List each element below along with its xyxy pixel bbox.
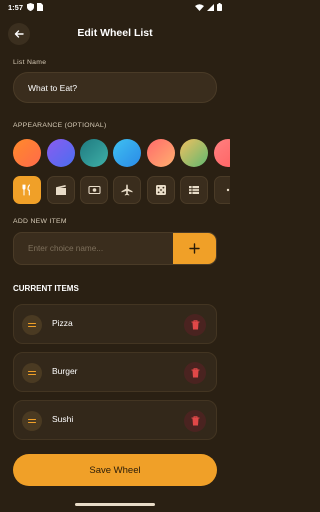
sim-card-icon (37, 3, 44, 11)
dice-icon (156, 185, 166, 195)
more-icon (226, 188, 230, 192)
wifi-icon (195, 3, 204, 11)
icon-picker-row (13, 176, 230, 206)
trash-icon (191, 416, 199, 426)
trash-icon (191, 320, 199, 330)
add-item-placeholder: Enter choice name... (28, 244, 104, 253)
plus-icon (189, 243, 200, 254)
appearance-label: APPEARANCE (OPTIONAL) (13, 122, 107, 129)
color-swatch[interactable] (80, 139, 108, 167)
color-swatch[interactable] (47, 139, 75, 167)
list-name-label: List Name (13, 59, 47, 66)
icon-option-dice[interactable] (147, 176, 175, 204)
save-wheel-label: Save Wheel (89, 464, 141, 476)
list-name-value: What to Eat? (28, 82, 78, 93)
drag-handle[interactable] (22, 411, 42, 431)
current-items-title: CURRENT ITEMS (13, 284, 79, 293)
battery-icon (217, 3, 222, 11)
trash-icon (191, 368, 199, 378)
drag-handle-icon (28, 418, 36, 424)
add-item-label: ADD NEW ITEM (13, 218, 67, 225)
shield-icon (27, 3, 35, 11)
delete-item-button[interactable] (184, 362, 206, 384)
icon-option-food[interactable] (13, 176, 41, 204)
list-icon (189, 186, 199, 194)
list-name-input[interactable]: What to Eat? (13, 72, 217, 103)
gesture-nav-bar[interactable] (75, 503, 155, 506)
airplane-icon (121, 184, 133, 196)
drag-handle[interactable] (22, 315, 42, 335)
item-name: Pizza (52, 318, 73, 328)
drag-handle-icon (28, 370, 36, 376)
icon-option-more[interactable] (214, 176, 230, 204)
color-swatch[interactable] (214, 139, 230, 167)
page-title: Edit Wheel List (77, 27, 153, 39)
item-name: Sushi (52, 414, 74, 424)
money-icon (87, 185, 101, 195)
add-item-input[interactable]: Enter choice name... (14, 233, 174, 264)
list-item: Burger (13, 352, 217, 392)
drag-handle-icon (28, 322, 36, 328)
add-item-row: Enter choice name... (13, 232, 217, 265)
movie-clapper-icon (56, 185, 66, 195)
color-swatch[interactable] (113, 139, 141, 167)
drag-handle[interactable] (22, 363, 42, 383)
icon-option-travel[interactable] (113, 176, 141, 204)
icon-option-list[interactable] (180, 176, 208, 204)
color-swatch[interactable] (13, 139, 41, 167)
item-name: Burger (52, 366, 78, 376)
icon-option-money[interactable] (80, 176, 108, 204)
list-item: Sushi (13, 400, 217, 440)
color-swatch[interactable] (147, 139, 175, 167)
signal-icon (207, 3, 214, 11)
delete-item-button[interactable] (184, 410, 206, 432)
list-item: Pizza (13, 304, 217, 344)
delete-item-button[interactable] (184, 314, 206, 336)
fork-knife-icon (22, 184, 31, 196)
icon-option-movie[interactable] (47, 176, 75, 204)
status-bar: 1:57 (0, 0, 230, 14)
save-wheel-button[interactable]: Save Wheel (13, 454, 217, 486)
add-item-button[interactable] (173, 233, 216, 264)
color-swatch-row (13, 138, 230, 168)
color-swatch[interactable] (180, 139, 208, 167)
status-time: 1:57 (8, 2, 24, 12)
app-header: Edit Wheel List (0, 22, 230, 46)
edit-wheel-screen: 1:57 Edit Wheel List List Name What to E… (0, 0, 230, 512)
